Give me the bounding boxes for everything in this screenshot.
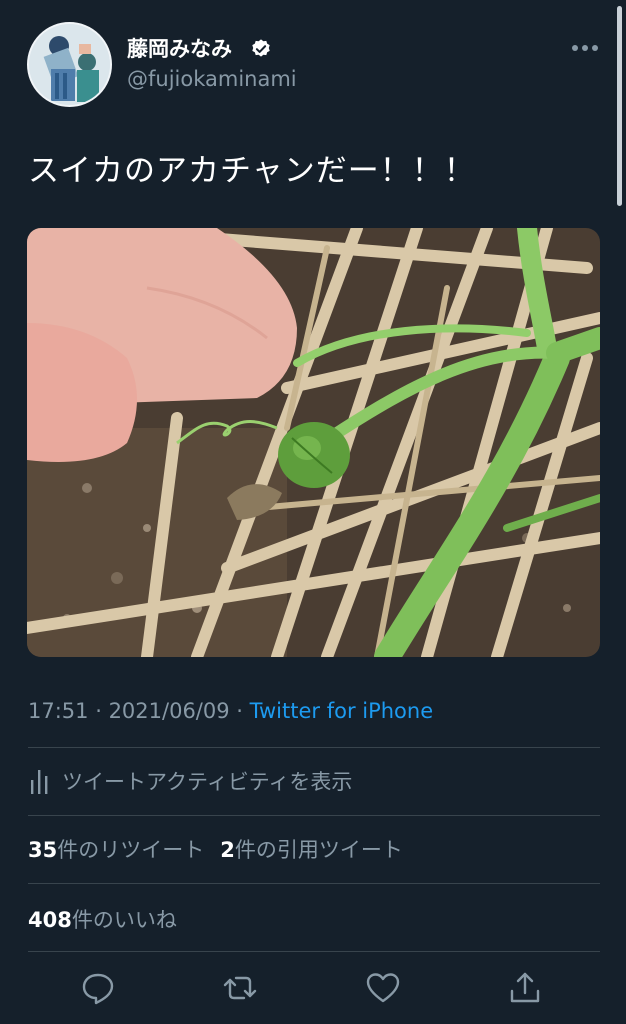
scrollbar[interactable] — [617, 6, 622, 206]
retweets-label: 件のリツイート — [57, 838, 205, 862]
bar-chart-icon — [31, 770, 48, 794]
likes-count: 408 — [28, 908, 72, 932]
likes-label: 件のいいね — [71, 908, 177, 932]
tweet-activity-label: ツイートアクティビティを表示 — [62, 770, 353, 794]
display-name[interactable]: 藤岡みなみ — [127, 33, 232, 63]
avatar-image — [29, 24, 110, 105]
tweet-detail-page: 藤岡みなみ @fujiokaminami スイカのアカチャンだー！！！ 17:5… — [0, 0, 626, 1024]
avatar[interactable] — [27, 22, 112, 107]
more-options-icon[interactable] — [570, 40, 600, 56]
verified-badge-icon — [252, 39, 270, 57]
like-icon[interactable] — [365, 970, 401, 1006]
likes-link[interactable]: 408件のいいね — [28, 904, 177, 934]
divider — [28, 951, 600, 952]
tweet-text: スイカのアカチャンだー！！！ — [28, 153, 476, 189]
reply-icon[interactable] — [80, 970, 116, 1006]
watermelon-sprout-photo — [27, 228, 600, 657]
quotes-link[interactable]: 2件の引用ツイート — [220, 838, 403, 862]
tweet-date: 2021/06/09 — [108, 699, 230, 723]
user-handle[interactable]: @fujiokaminami — [127, 67, 297, 91]
retweets-link[interactable]: 35件のリツイート — [28, 838, 204, 862]
tweet-source-link[interactable]: Twitter for iPhone — [250, 699, 434, 723]
retweet-stats: 35件のリツイート 2件の引用ツイート — [28, 834, 403, 864]
share-icon[interactable] — [507, 970, 543, 1006]
meta-separator: · — [229, 699, 250, 723]
tweet-activity-link[interactable]: ツイートアクティビティを表示 — [28, 765, 352, 797]
tweet-meta: 17:51 · 2021/06/09 · Twitter for iPhone — [28, 699, 433, 723]
quotes-label: 件の引用ツイート — [234, 838, 403, 862]
tweet-time: 17:51 — [28, 699, 89, 723]
retweets-count: 35 — [28, 838, 58, 862]
divider — [28, 883, 600, 884]
quotes-count: 2 — [220, 838, 235, 862]
tweet-photo[interactable] — [27, 228, 600, 657]
divider — [28, 815, 600, 816]
divider — [28, 747, 600, 748]
meta-separator: · — [88, 699, 109, 723]
retweet-icon[interactable] — [222, 970, 258, 1006]
